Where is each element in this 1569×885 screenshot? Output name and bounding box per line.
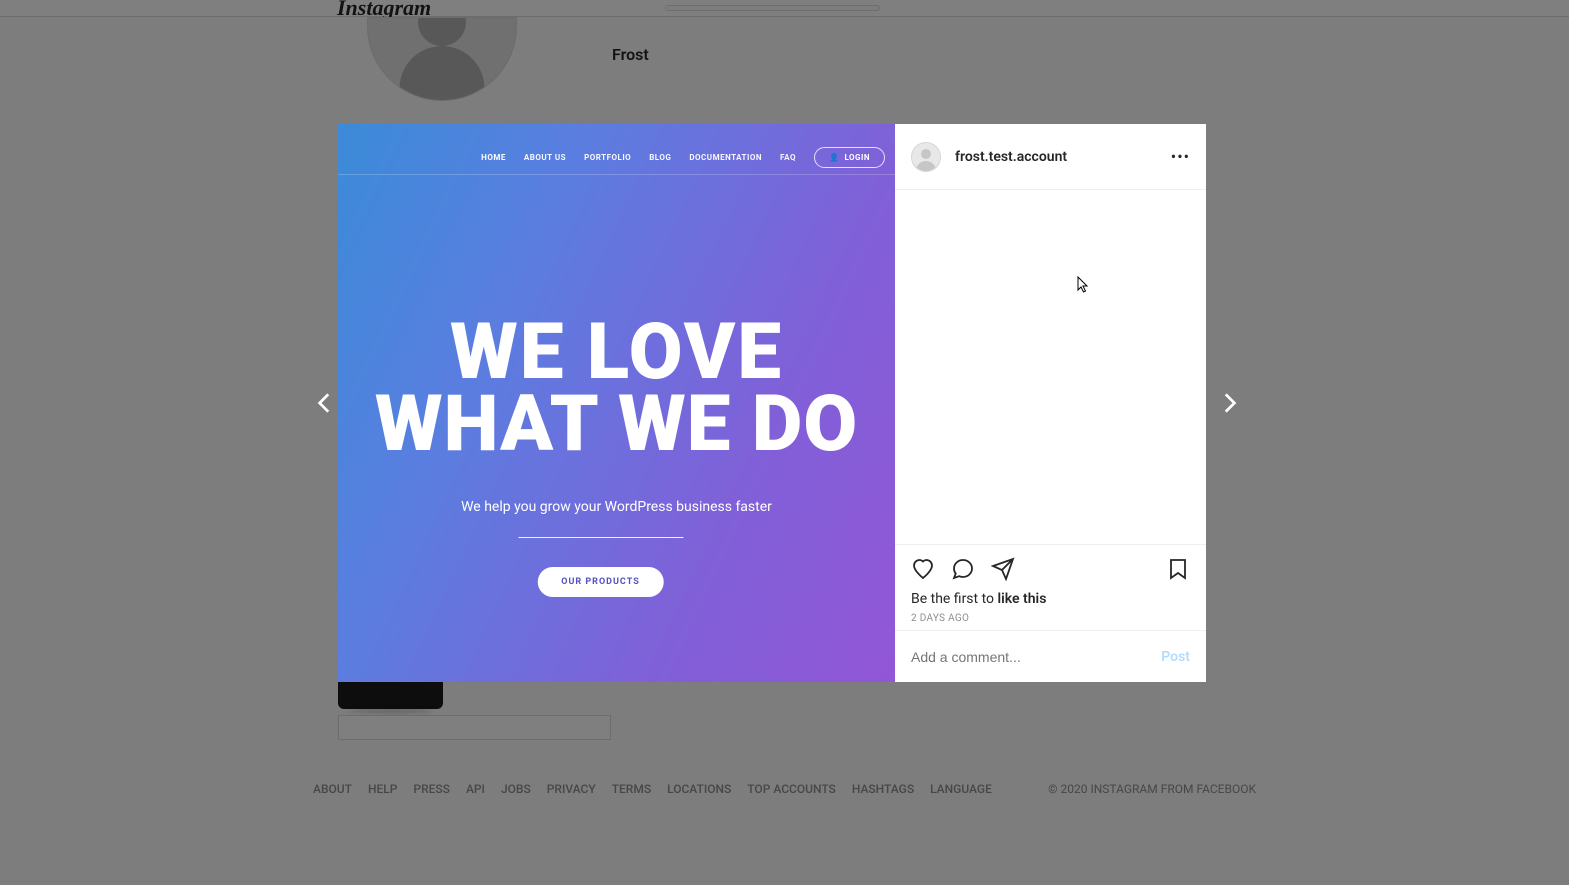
comments-area: [895, 190, 1206, 544]
nav-divider: [338, 174, 895, 175]
nav-about: ABOUT US: [524, 153, 566, 162]
nav-home: HOME: [481, 153, 506, 162]
cursor-icon: [1077, 276, 1091, 294]
nav-portfolio: PORTFOLIO: [584, 153, 631, 162]
comment-button[interactable]: [951, 557, 975, 581]
comment-input-row: Post: [895, 630, 1206, 682]
post-timestamp: 2 DAYS AGO: [911, 613, 1190, 624]
post-header: frost.test.account •••: [895, 124, 1206, 190]
heart-icon: [911, 557, 935, 581]
author-avatar[interactable]: [911, 142, 941, 172]
nav-documentation: DOCUMENTATION: [689, 153, 762, 162]
post-actions: Be the first to like this 2 DAYS AGO: [895, 544, 1206, 630]
hero-underline: [518, 537, 683, 538]
hero-title: WE LOVE WHAT WE DO: [338, 314, 895, 466]
next-post-button[interactable]: [1214, 388, 1244, 418]
embedded-nav: HOME ABOUT US PORTFOLIO BLOG DOCUMENTATI…: [481, 147, 885, 168]
more-options-button[interactable]: •••: [1171, 147, 1190, 166]
post-modal: HOME ABOUT US PORTFOLIO BLOG DOCUMENTATI…: [338, 124, 1206, 682]
nav-blog: BLOG: [649, 153, 671, 162]
nav-login-button: 👤 LOGIN: [814, 147, 885, 168]
share-button[interactable]: [991, 557, 1015, 581]
like-button[interactable]: [911, 557, 935, 581]
share-icon: [991, 557, 1015, 581]
chevron-right-icon: [1216, 390, 1242, 416]
comment-input[interactable]: [911, 649, 1161, 665]
hero-cta-button: OUR PRODUCTS: [537, 567, 664, 597]
bookmark-icon: [1166, 557, 1190, 581]
nav-faq: FAQ: [780, 153, 796, 162]
person-icon: 👤: [829, 153, 839, 162]
post-image[interactable]: HOME ABOUT US PORTFOLIO BLOG DOCUMENTATI…: [338, 124, 895, 682]
save-button[interactable]: [1166, 557, 1190, 581]
post-comment-button[interactable]: Post: [1161, 649, 1190, 665]
hero-subtitle: We help you grow your WordPress business…: [338, 499, 895, 515]
previous-post-button[interactable]: [310, 388, 340, 418]
hero-line-2: WHAT WE DO: [338, 384, 895, 466]
comment-icon: [951, 557, 975, 581]
author-username[interactable]: frost.test.account: [955, 149, 1067, 165]
likes-text[interactable]: Be the first to like this: [911, 591, 1190, 607]
chevron-left-icon: [312, 390, 338, 416]
post-sidebar: frost.test.account •••: [895, 124, 1206, 682]
